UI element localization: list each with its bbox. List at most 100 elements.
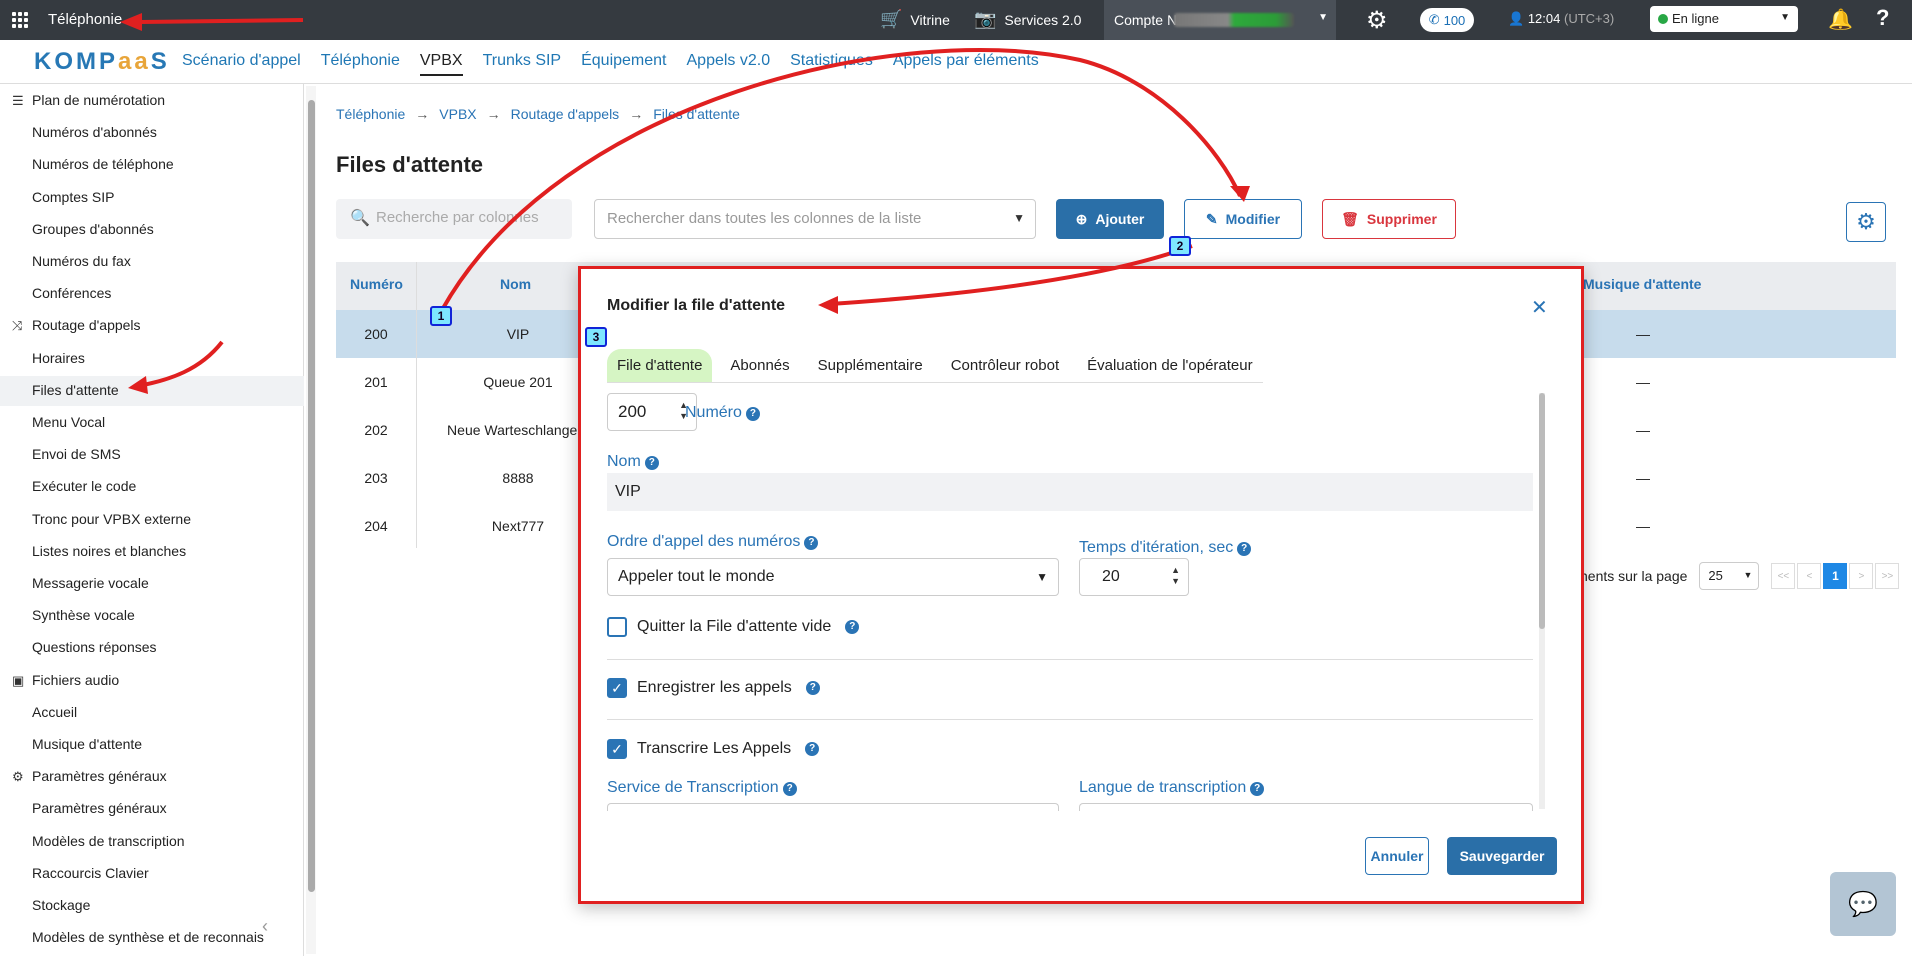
first-page-button[interactable]: <<: [1771, 563, 1796, 589]
nav-item-4[interactable]: Équipement: [581, 52, 666, 76]
breadcrumb-item[interactable]: VPBX: [439, 106, 476, 122]
modal-tab-4[interactable]: Évaluation de l'opérateur: [1077, 349, 1262, 382]
table-settings-gear-icon[interactable]: ⚙: [1846, 202, 1886, 242]
search-all-columns-select[interactable]: Rechercher dans toutes les colonnes de l…: [594, 199, 1036, 239]
sidebar-item-label: Files d'attente: [32, 381, 119, 398]
edit-button[interactable]: ✎ Modifier: [1184, 199, 1302, 239]
nav-item-3[interactable]: Trunks SIP: [483, 52, 562, 76]
presence-status-select[interactable]: En ligne ▼: [1650, 6, 1798, 32]
sidebar-item[interactable]: Modèles de synthèse et de reconnais: [0, 923, 304, 953]
add-button[interactable]: ⊕ Ajouter: [1056, 199, 1164, 239]
delete-button[interactable]: 🗑 Supprimer: [1322, 199, 1456, 239]
sidebar-item[interactable]: ⚙ Paramètres généraux: [0, 762, 304, 792]
breadcrumb-item[interactable]: Téléphonie: [336, 106, 405, 122]
breadcrumb-item[interactable]: Routage d'appels: [511, 106, 620, 122]
sidebar-item[interactable]: Groupes d'abonnés: [0, 215, 304, 245]
kompaas-logo[interactable]: KOMPaaS: [34, 48, 170, 76]
column-header-nom[interactable]: Nom: [500, 276, 531, 292]
modal-tab-2[interactable]: Supplémentaire: [808, 349, 933, 382]
sidebar-item[interactable]: Numéros du fax: [0, 247, 304, 277]
sidebar-item[interactable]: Menu Vocal: [0, 408, 304, 438]
pencil-icon: ✎: [1205, 210, 1218, 227]
sidebar-item[interactable]: ☰ Plan de numérotation: [0, 86, 304, 116]
chevron-down-icon: ▼: [1013, 211, 1025, 225]
services-link[interactable]: 📷 Services 2.0: [974, 9, 1081, 30]
sidebar-item[interactable]: Accueil: [0, 698, 304, 728]
modal-scrollbar[interactable]: [1539, 393, 1545, 809]
quit-empty-checkbox-row[interactable]: Quitter la File d'attente vide?: [607, 617, 860, 637]
sidebar-item[interactable]: Horaires: [0, 344, 304, 374]
stepper-icon[interactable]: ▲ ▼: [1171, 565, 1180, 587]
sidebar-item[interactable]: Synthèse vocale: [0, 601, 304, 631]
nav-item-7[interactable]: Appels par éléments: [893, 52, 1039, 76]
modal-tab-1[interactable]: Abonnés: [720, 349, 799, 382]
close-icon[interactable]: ✕: [1531, 295, 1548, 320]
sidebar-item[interactable]: Numéros d'abonnés: [0, 118, 304, 148]
nom-input[interactable]: VIP: [607, 473, 1533, 511]
modal-tab-3[interactable]: Contrôleur robot: [941, 349, 1069, 382]
sidebar-item[interactable]: Messagerie vocale: [0, 569, 304, 599]
online-dot-icon: [1658, 14, 1668, 24]
chevron-down-icon: ▼: [1036, 570, 1048, 584]
breadcrumb-item[interactable]: Files d'attente: [653, 106, 740, 122]
help-icon[interactable]: ?: [1876, 5, 1889, 31]
langue-select[interactable]: [1079, 803, 1533, 811]
notifications-bell-icon[interactable]: 🔔: [1828, 7, 1853, 32]
transcribe-checkbox[interactable]: ✓: [607, 739, 627, 759]
sidebar-item[interactable]: Stockage: [0, 891, 304, 921]
record-checkbox[interactable]: ✓: [607, 678, 627, 698]
table-cell: —: [1636, 326, 1650, 342]
pagination: nents sur la page 25 ▼ << < 1 > >>: [1580, 562, 1900, 590]
sidebar-item[interactable]: Conférences: [0, 279, 304, 309]
sidebar-item[interactable]: ⤨ Routage d'appels: [0, 311, 304, 341]
nav-item-5[interactable]: Appels v2.0: [687, 52, 771, 76]
sidebar-scrollbar[interactable]: [306, 86, 316, 954]
nav-item-6[interactable]: Statistiques: [790, 52, 873, 76]
search-columns-input[interactable]: 🔍 Recherche par colonnes: [336, 199, 572, 239]
last-page-button[interactable]: >>: [1875, 563, 1900, 589]
scrollbar-thumb[interactable]: [1539, 393, 1545, 629]
quit-empty-checkbox[interactable]: [607, 617, 627, 637]
sidebar-item[interactable]: Modèles de transcription: [0, 827, 304, 857]
per-page-select[interactable]: 25 ▼: [1699, 562, 1760, 590]
chat-widget-icon[interactable]: 💬: [1830, 872, 1896, 936]
step-badge-2: 2: [1169, 236, 1191, 256]
column-header-musique[interactable]: Musique d'attente: [1583, 276, 1701, 292]
nav-item-1[interactable]: Téléphonie: [321, 52, 400, 76]
sidebar-item[interactable]: Envoi de SMS: [0, 440, 304, 470]
column-header-numero[interactable]: Numéro: [350, 276, 403, 292]
page-1-button[interactable]: 1: [1823, 563, 1848, 589]
sidebar-item[interactable]: Exécuter le code: [0, 472, 304, 502]
sidebar-item[interactable]: Tronc pour VPBX externe: [0, 505, 304, 535]
sidebar-item[interactable]: Raccourcis Clavier: [0, 859, 304, 889]
vitrine-link[interactable]: 🛒 Vitrine: [880, 9, 950, 30]
iteration-input[interactable]: 20 ▲ ▼: [1079, 558, 1189, 596]
apps-grid-icon[interactable]: [12, 12, 28, 28]
sidebar-item[interactable]: Questions réponses: [0, 633, 304, 663]
sidebar-item[interactable]: ▣ Fichiers audio: [0, 666, 304, 696]
sidebar-item[interactable]: Paramètres généraux: [0, 794, 304, 824]
sidebar-item[interactable]: Files d'attente: [0, 375, 304, 406]
sidebar-item[interactable]: Numéros de téléphone: [0, 150, 304, 180]
app-title[interactable]: Téléphonie: [48, 11, 122, 28]
prev-page-button[interactable]: <: [1797, 563, 1822, 589]
collapse-sidebar-icon[interactable]: ‹: [262, 916, 268, 937]
scrollbar-thumb[interactable]: [308, 100, 315, 892]
account-selector[interactable]: Compte № ▼: [1104, 0, 1336, 40]
sidebar-item[interactable]: Listes noires et blanches: [0, 537, 304, 567]
record-checkbox-row[interactable]: ✓ Enregistrer les appels?: [607, 678, 820, 698]
calls-counter-badge[interactable]: ✆ 100: [1420, 8, 1474, 32]
nav-item-0[interactable]: Scénario d'appel: [182, 52, 301, 76]
sidebar-item[interactable]: Musique d'attente: [0, 730, 304, 760]
save-button[interactable]: Sauvegarder: [1447, 837, 1557, 875]
nav-item-2[interactable]: VPBX: [419, 52, 463, 76]
service-select[interactable]: [607, 803, 1059, 811]
modal-tab-0[interactable]: File d'attente: [607, 349, 713, 382]
transcribe-checkbox-row[interactable]: ✓ Transcrire Les Appels?: [607, 739, 820, 759]
next-page-button[interactable]: >: [1849, 563, 1874, 589]
sidebar-item[interactable]: Comptes SIP: [0, 183, 304, 213]
numero-input[interactable]: 200 ▲ ▼: [607, 393, 697, 431]
cancel-button[interactable]: Annuler: [1365, 837, 1429, 875]
settings-gear-icon[interactable]: ⚙: [1366, 6, 1388, 35]
ordre-select[interactable]: Appeler tout le monde ▼: [607, 558, 1059, 596]
